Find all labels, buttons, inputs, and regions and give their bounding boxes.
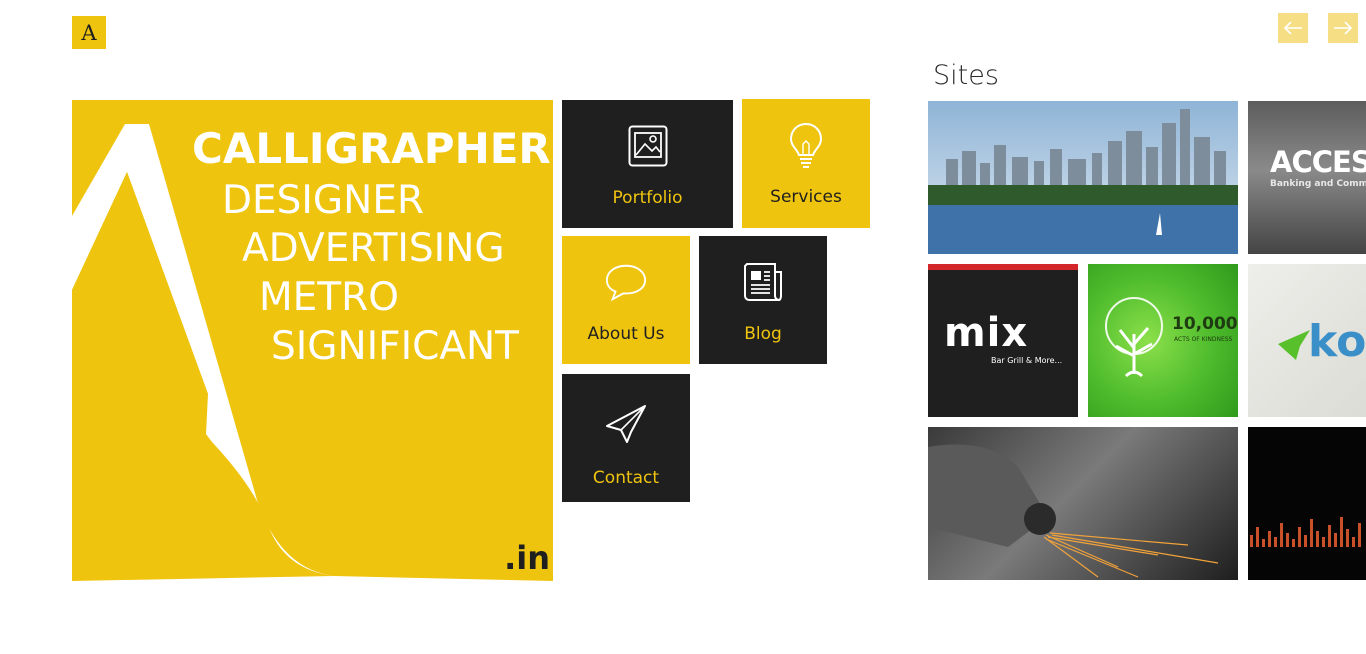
grinder-sparks-image	[928, 444, 1219, 578]
site-thumbnail-skyline[interactable]	[928, 101, 1238, 254]
next-button[interactable]	[1328, 13, 1358, 43]
hero-word: CALLIGRAPHER	[192, 124, 551, 173]
tile-label: About Us	[587, 324, 665, 344]
brand-name: jency.in	[411, 539, 550, 577]
site-thumbnail-audio[interactable]	[1248, 427, 1366, 580]
hero-word: SIGNIFICANT	[271, 324, 519, 369]
kindness-number: 10,000	[1172, 314, 1238, 334]
prev-button[interactable]	[1278, 13, 1308, 43]
newspaper-icon	[741, 260, 785, 304]
access-subtitle: Banking and Comme	[1270, 179, 1366, 189]
hero-word: ADVERTISING	[242, 226, 505, 271]
hero-word: METRO	[259, 275, 399, 320]
tile-label: Services	[770, 187, 842, 207]
speech-bubble-icon	[604, 260, 648, 304]
logo-letter: A	[81, 20, 97, 45]
image-icon	[626, 124, 670, 168]
kindness-subtitle: ACTS OF KINDNESS	[1174, 336, 1233, 343]
sites-heading: Sites	[933, 60, 999, 91]
tile-blog[interactable]: Blog	[699, 236, 827, 364]
site-thumbnail-metalwork[interactable]	[928, 427, 1238, 580]
city-skyline-image	[928, 101, 1238, 254]
site-thumbnail-kindness[interactable]: 10,000 ACTS OF KINDNESS	[1088, 264, 1238, 417]
lightbulb-icon	[784, 122, 828, 168]
hero-banner[interactable]: CALLIGRAPHER DESIGNER ADVERTISING METRO …	[72, 100, 553, 581]
site-thumbnail-ko[interactable]: ko	[1248, 264, 1366, 417]
tile-about-us[interactable]: About Us	[562, 236, 690, 364]
arrow-left-icon	[1283, 21, 1302, 35]
site-thumbnail-access[interactable]: ACCESS Banking and Comme	[1248, 101, 1366, 254]
tile-label: Contact	[592, 468, 660, 488]
mix-title: mix	[944, 310, 1029, 356]
mix-subtitle: Bar Grill & More...	[991, 356, 1063, 365]
arrow-right-icon	[1334, 21, 1353, 35]
hero-word: DESIGNER	[222, 178, 425, 223]
paper-plane-icon	[604, 402, 648, 446]
logo[interactable]: A	[72, 16, 106, 49]
ko-title: ko	[1308, 316, 1366, 367]
site-thumbnail-mix[interactable]: mix Bar Grill & More...	[928, 264, 1078, 417]
tile-portfolio[interactable]: Portfolio	[562, 100, 733, 228]
tile-label: Blog	[744, 324, 782, 344]
tile-contact[interactable]: Contact	[562, 374, 690, 502]
access-title: ACCESS	[1270, 145, 1366, 179]
tile-label: Portfolio	[612, 188, 683, 208]
tree-icon	[1105, 297, 1163, 378]
tile-services[interactable]: Services	[742, 99, 870, 228]
equalizer-bars-image	[1250, 517, 1361, 547]
